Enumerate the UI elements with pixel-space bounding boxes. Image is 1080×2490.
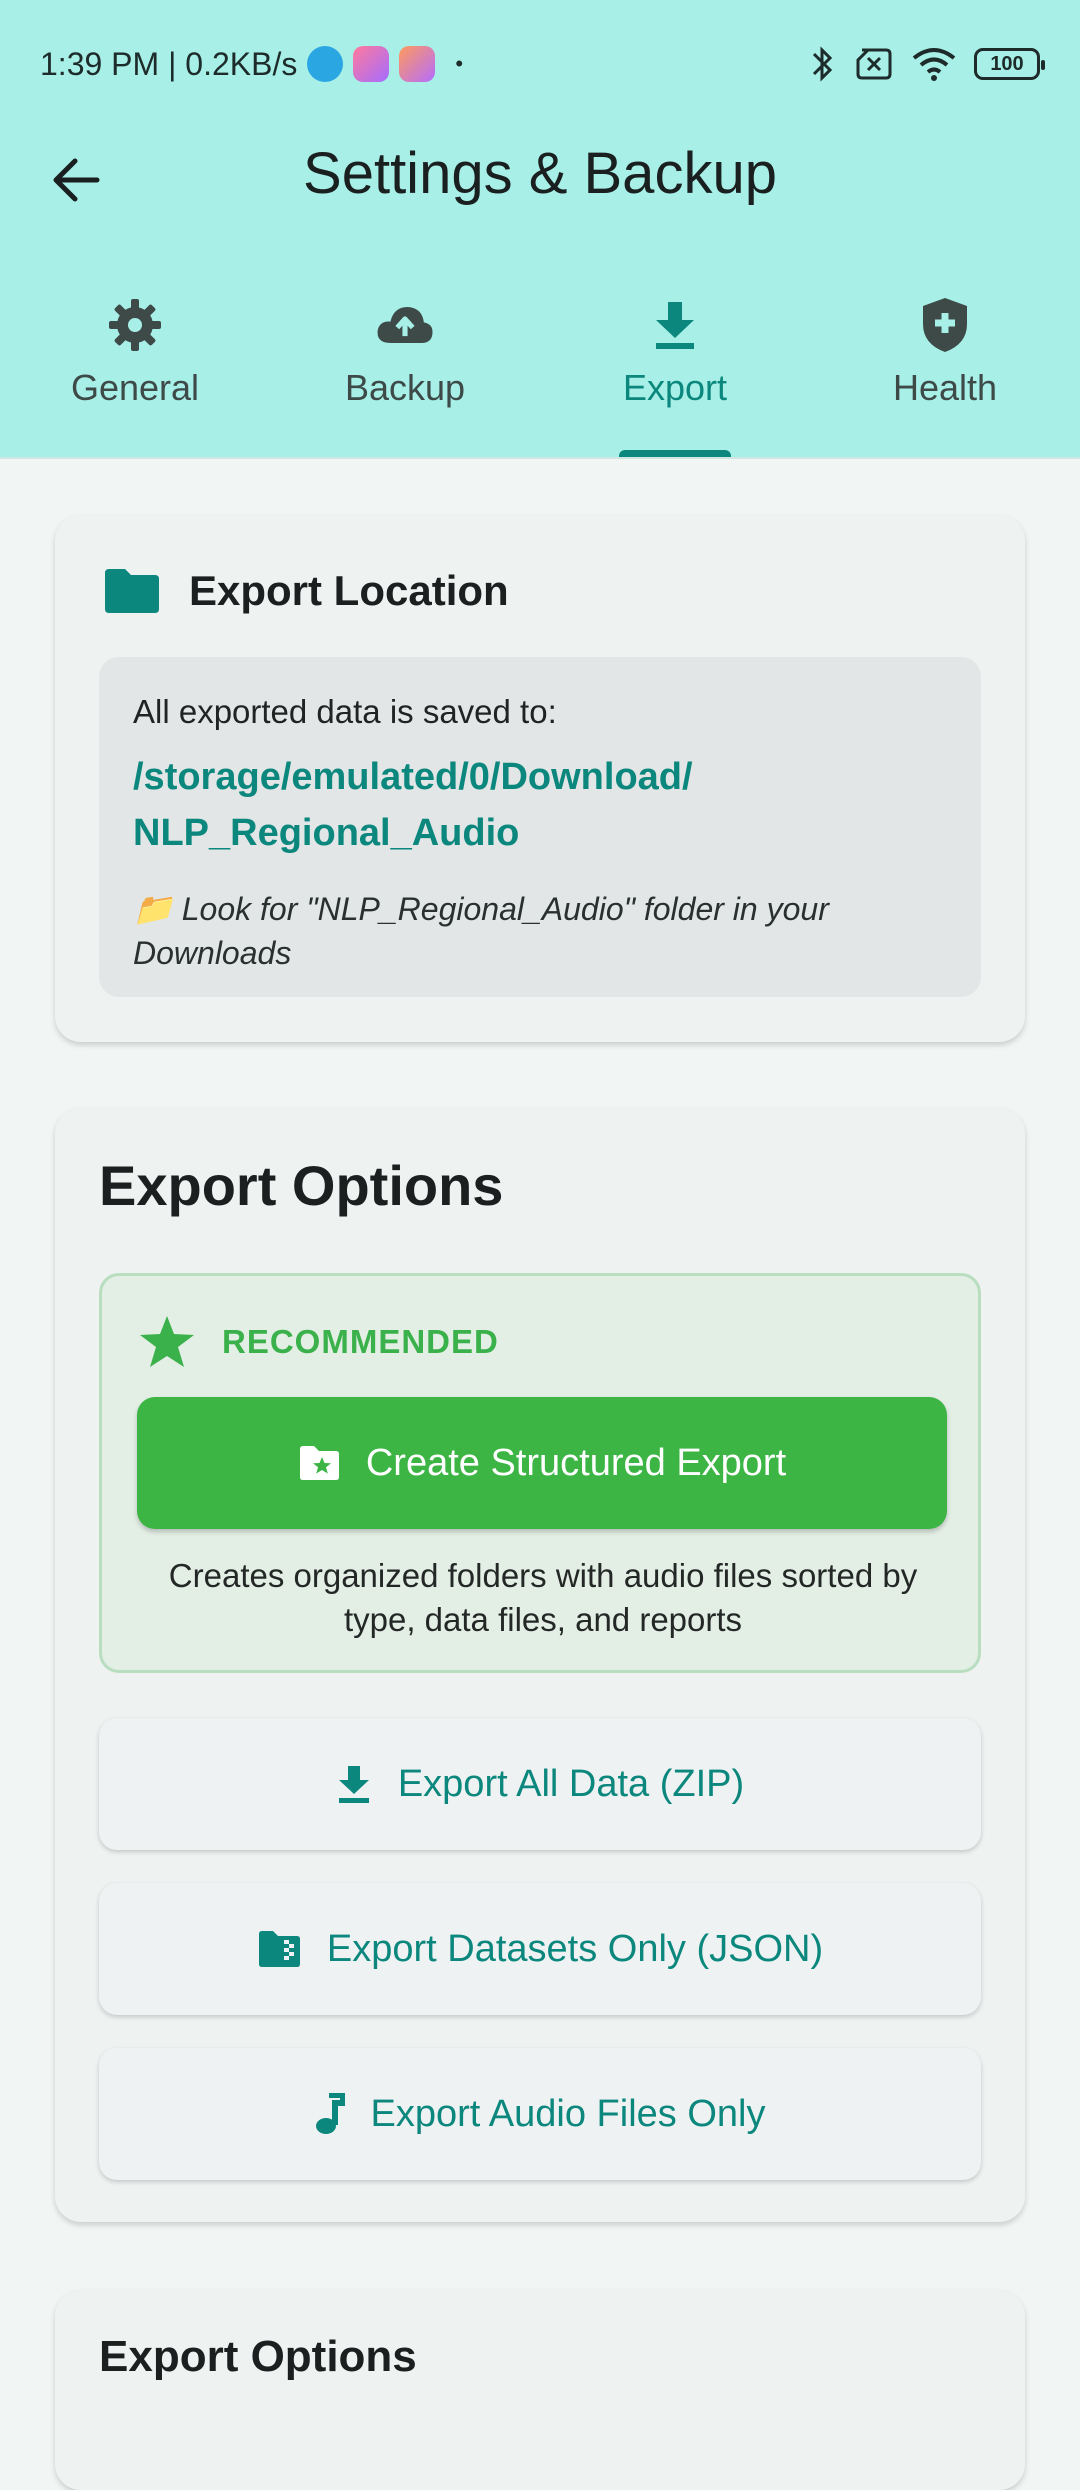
status-time: 1:39 PM | 0.2KB/s bbox=[40, 45, 298, 82]
battery-level: 100 bbox=[990, 52, 1024, 75]
recommended-label: RECOMMENDED bbox=[222, 1323, 499, 1360]
export-datasets-label: Export Datasets Only (JSON) bbox=[326, 1927, 824, 1970]
tab-bar: General Backup Export Health bbox=[0, 285, 1080, 458]
status-bar: 1:39 PM | 0.2KB/s • 100 bbox=[0, 0, 1080, 130]
tab-label: Export bbox=[622, 367, 728, 408]
path-line-1: /storage/emulated/0/Download/ bbox=[133, 756, 693, 798]
export-audio-button[interactable]: Export Audio Files Only bbox=[99, 2048, 981, 2180]
export-options-card-2: Export Options bbox=[55, 2290, 1025, 2490]
status-left: 1:39 PM | 0.2KB/s • bbox=[40, 42, 463, 86]
export-location-hint: 📁 Look for "NLP_Regional_Audio" folder i… bbox=[133, 887, 947, 975]
export-location-box: All exported data is saved to: /storage/… bbox=[99, 657, 981, 997]
folder-star-icon bbox=[299, 1446, 339, 1480]
page-title: Settings & Backup bbox=[303, 141, 777, 206]
status-dot: • bbox=[455, 51, 464, 76]
recommended-box: RECOMMENDED Create Structured Export Cre… bbox=[99, 1273, 981, 1673]
export-audio-label: Export Audio Files Only bbox=[370, 2092, 766, 2135]
status-right: 100 bbox=[810, 40, 1045, 88]
export-options-card: Export Options RECOMMENDED Create Struct… bbox=[55, 1108, 1025, 2222]
download-icon bbox=[338, 1766, 369, 1803]
top-header: 1:39 PM | 0.2KB/s • 100 Settings & Backu… bbox=[0, 0, 1080, 458]
shield-plus-icon bbox=[915, 295, 975, 355]
desc-line-2: type, data files, and reports bbox=[343, 1601, 743, 1638]
desc-line-1: Creates organized folders with audio fil… bbox=[168, 1557, 918, 1594]
app-icon bbox=[353, 46, 390, 82]
gear-icon bbox=[105, 295, 165, 355]
tab-label: General bbox=[70, 367, 200, 408]
hint-line-2: Downloads bbox=[133, 935, 292, 971]
export-location-path: /storage/emulated/0/Download/ NLP_Region… bbox=[133, 749, 947, 861]
wifi-icon bbox=[912, 48, 956, 81]
tab-health[interactable]: Health bbox=[810, 285, 1080, 458]
export-datasets-button[interactable]: Export Datasets Only (JSON) bbox=[99, 1883, 981, 2015]
app-icon bbox=[399, 46, 436, 82]
tab-general[interactable]: General bbox=[0, 285, 270, 458]
export-options-title: Export Options bbox=[99, 1154, 504, 1217]
tab-label: Backup bbox=[344, 367, 466, 408]
export-options-title-2: Export Options bbox=[99, 2332, 417, 2381]
cloud-upload-icon bbox=[375, 295, 435, 355]
star-icon bbox=[140, 1316, 194, 1367]
music-note-icon bbox=[315, 2093, 345, 2134]
download-icon bbox=[645, 295, 705, 355]
battery-indicator: 100 bbox=[974, 48, 1045, 80]
telegram-icon bbox=[307, 46, 344, 82]
recommended-header: RECOMMENDED bbox=[138, 1314, 499, 1370]
bluetooth-icon bbox=[812, 46, 833, 82]
folder-zip-icon bbox=[258, 1931, 300, 1967]
tab-export[interactable]: Export bbox=[540, 285, 810, 458]
app-bar: Settings & Backup bbox=[0, 130, 1080, 226]
path-line-2: NLP_Regional_Audio bbox=[133, 812, 520, 854]
create-structured-export-label: Create Structured Export bbox=[365, 1441, 787, 1484]
no-sim-icon bbox=[856, 48, 892, 80]
hint-line-1: 📁 Look for "NLP_Regional_Audio" folder i… bbox=[133, 891, 829, 927]
create-structured-export-button[interactable]: Create Structured Export bbox=[137, 1397, 947, 1529]
tab-label: Health bbox=[892, 367, 998, 408]
export-location-label: All exported data is saved to: bbox=[133, 693, 557, 730]
export-location-header: Export Location bbox=[103, 567, 509, 615]
recommended-description: Creates organized folders with audio fil… bbox=[122, 1554, 964, 1642]
folder-icon bbox=[105, 569, 159, 613]
export-all-data-button[interactable]: Export All Data (ZIP) bbox=[99, 1718, 981, 1850]
export-all-data-label: Export All Data (ZIP) bbox=[397, 1762, 745, 1805]
tab-backup[interactable]: Backup bbox=[270, 285, 540, 458]
export-location-card: Export Location All exported data is sav… bbox=[55, 515, 1025, 1042]
export-location-title: Export Location bbox=[189, 567, 509, 614]
header-divider bbox=[0, 457, 1080, 459]
